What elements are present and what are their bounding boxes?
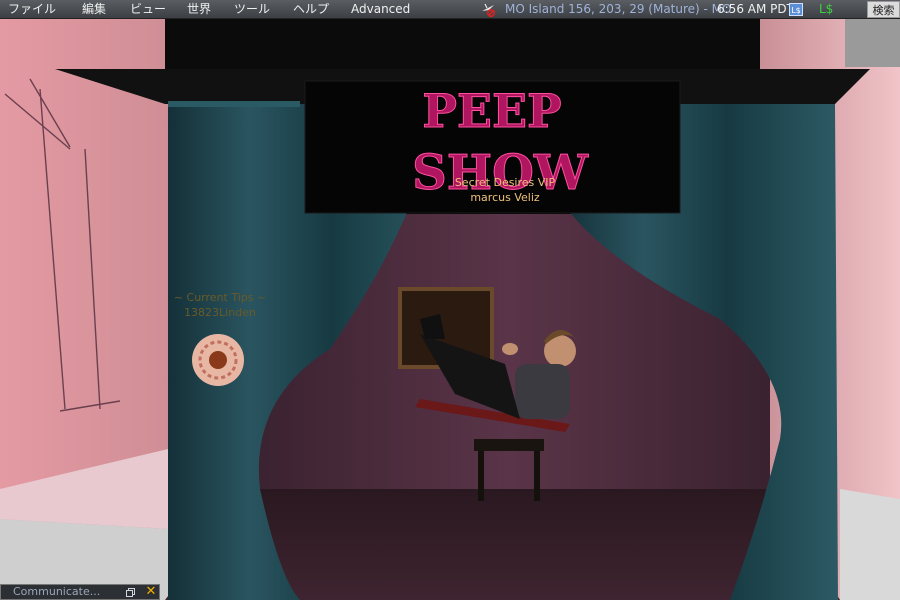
avatar-group-tag: Secret Desires VIP	[454, 176, 556, 189]
communicate-label[interactable]: Communicate...	[13, 585, 100, 599]
scene-render: PEEP SHOW	[0, 19, 900, 600]
stool-seat	[474, 439, 544, 451]
menu-file[interactable]: ファイル	[8, 0, 56, 19]
menu-world[interactable]: 世界	[187, 0, 211, 19]
stool-leg-left	[478, 451, 484, 501]
right-floor	[840, 489, 900, 600]
world-view[interactable]: PEEP SHOW ~ Current Tips ~ 13823Linden S…	[0, 19, 900, 600]
close-icon[interactable]: ✕	[144, 585, 158, 599]
search-button[interactable]: 検索	[867, 1, 900, 18]
avatar-name-tag: marcus Veliz	[470, 191, 540, 204]
buy-currency-button[interactable]: L$	[789, 3, 803, 16]
tip-jar-title: ~ Current Tips ~	[173, 291, 267, 304]
menu-bar: ファイル 編集 ビュー 世界 ツール ヘルプ Advanced MO Islan…	[0, 0, 900, 19]
clock: 6:56 AM PDT	[717, 2, 794, 16]
booth-roof	[165, 19, 760, 69]
menu-view[interactable]: ビュー	[130, 0, 166, 19]
menu-edit[interactable]: 編集	[82, 0, 106, 19]
menu-advanced[interactable]: Advanced	[351, 0, 410, 19]
menu-tools[interactable]: ツール	[234, 0, 270, 19]
stool-leg-right	[534, 451, 540, 501]
location-display[interactable]: MO Island 156, 203, 29 (Mature) - MO	[505, 0, 731, 19]
communicate-bar[interactable]: Communicate... ✕	[0, 584, 160, 600]
flower-decoration	[192, 334, 244, 386]
restore-icon[interactable]	[126, 588, 135, 597]
sign-line-1: PEEP	[422, 84, 561, 138]
balance-display[interactable]: L$	[819, 0, 833, 19]
tip-jar-amount: 13823Linden	[184, 306, 256, 319]
menu-help[interactable]: ヘルプ	[293, 0, 329, 19]
right-window	[845, 19, 900, 67]
no-fly-icon[interactable]	[480, 2, 496, 17]
